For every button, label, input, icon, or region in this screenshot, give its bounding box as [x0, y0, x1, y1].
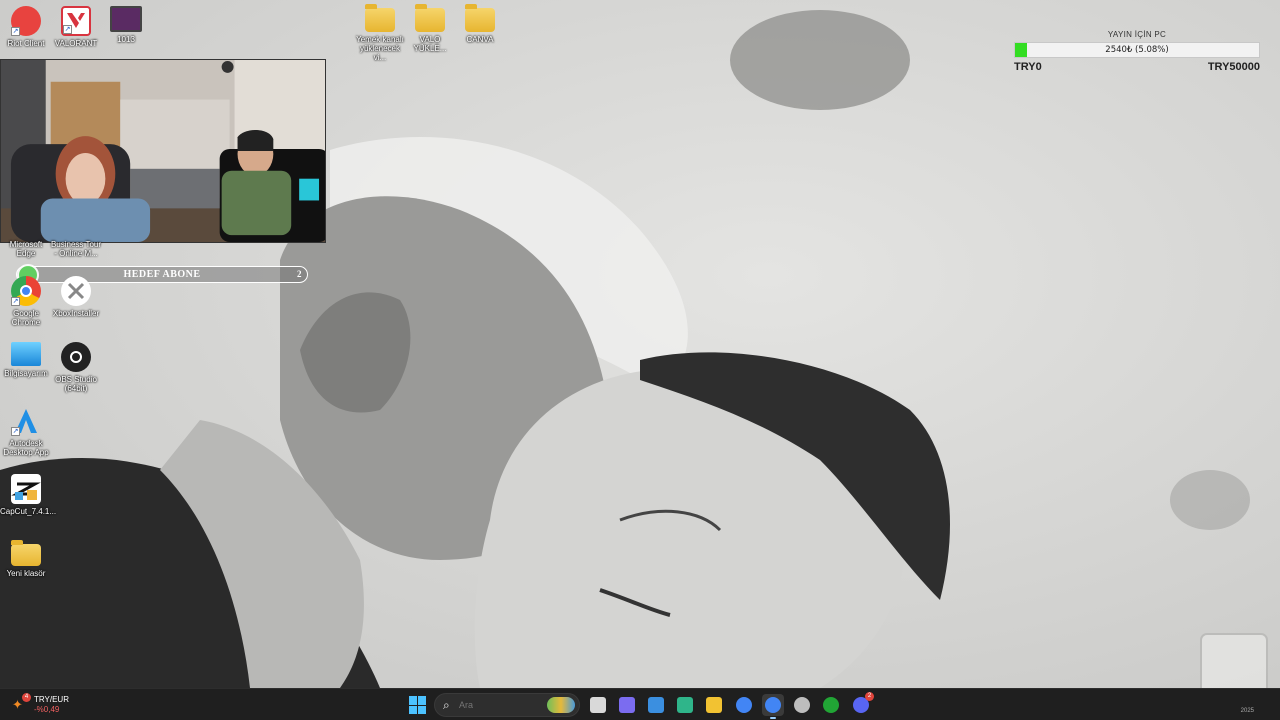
shortcut-arrow-icon: ↗: [11, 427, 20, 436]
taskbar: ✦ 4 TRY/EUR -%0,49 ⌕ 2 2025: [0, 688, 1280, 720]
desktop-icon-edge[interactable]: Microsoft Edge: [0, 240, 52, 258]
desktop-icon-autodesk[interactable]: ↗ Autodesk Desktop App: [0, 406, 52, 457]
widget-badge: 4: [22, 693, 31, 702]
desktop-icon-label: OBS Studio (64bit): [55, 375, 97, 393]
desktop-folder-canva[interactable]: CANVA: [454, 4, 506, 44]
shortcut-arrow-icon: ↗: [11, 27, 20, 36]
edge-icon: [677, 697, 693, 713]
desktop-icon-label: CANVA: [466, 35, 494, 44]
copilot-icon: [619, 697, 635, 713]
weather-widget[interactable]: ✦ 4 TRY/EUR -%0,49: [10, 693, 90, 717]
desktop-icon-valorant[interactable]: ↗ VALORANT: [50, 6, 102, 48]
desktop-icon-label: 1013: [117, 35, 135, 44]
tray-date: 2025: [1240, 708, 1254, 714]
webcam-overlay: [0, 59, 326, 243]
donation-title: YAYIN İÇİN PC: [1107, 30, 1167, 39]
donation-max-label: TRY50000: [1207, 61, 1260, 73]
capcut-icon: [11, 474, 41, 504]
windows-logo-icon: [409, 705, 417, 714]
desktop-icon-video-1013[interactable]: 1013: [100, 6, 152, 44]
taskbar-app-task-view[interactable]: [587, 694, 609, 716]
taskbar-app-chrome[interactable]: [733, 694, 755, 716]
xbox-icon: [61, 276, 91, 306]
task-view-icon: [590, 697, 606, 713]
desktop-icon-bilgisayarim[interactable]: Bilgisayarım: [0, 342, 52, 378]
start-button[interactable]: [409, 696, 427, 714]
desktop-folder-valo[interactable]: VALO YÜKLE...: [404, 4, 456, 53]
desktop-icon-label: Riot Client: [7, 39, 45, 48]
search-input[interactable]: [459, 698, 539, 712]
desktop-icon-label: XboxInstaller: [52, 309, 100, 318]
store-icon: [648, 697, 664, 713]
windows-logo-icon: [409, 696, 417, 705]
folder-icon: [11, 540, 41, 566]
windows-logo-icon: [418, 705, 426, 714]
desktop-icon-capcut[interactable]: CapCut_7.4.1...: [0, 474, 57, 516]
desktop-icon-label: VALO YÜKLE...: [413, 35, 447, 53]
desktop-icon-label: Yeni klasör: [6, 569, 46, 578]
donation-min-label: TRY0: [1014, 61, 1042, 73]
desktop-folder-yeni[interactable]: Yeni klasör: [0, 540, 52, 578]
folder-icon: [415, 4, 445, 32]
desktop-icon-label: Microsoft Edge: [9, 240, 43, 258]
taskbar-app-riot-taskbar[interactable]: [791, 694, 813, 716]
donation-progress-bar: 2540₺ (5.08%): [1014, 42, 1260, 58]
taskbar-app-copilot[interactable]: [616, 694, 638, 716]
desktop-icon-label: Google Chrome: [11, 309, 41, 327]
riot-taskbar-icon: [794, 697, 810, 713]
goal-count: 2: [297, 269, 302, 279]
chrome-profile-icon: [765, 697, 781, 713]
folder-icon: [365, 4, 395, 32]
taskbar-search[interactable]: ⌕: [434, 693, 580, 717]
goal-label: HEDEF ABONE: [123, 269, 201, 280]
obs-icon: [61, 342, 91, 372]
desktop-folder-yemek[interactable]: Yemek kanalı yüklenecek vi...: [353, 4, 407, 62]
file-explorer-icon: [706, 697, 722, 713]
search-icon: ⌕: [443, 698, 450, 712]
donation-goal-widget: YAYIN İÇİN PC 2540₺ (5.08%) TRY0 TRY5000…: [1014, 30, 1260, 73]
desktop-icon-label: Bilgisayarım: [4, 369, 48, 378]
desktop-icon-label: CapCut_7.4.1...: [0, 507, 57, 516]
taskbar-app-discord[interactable]: 2: [850, 692, 874, 716]
windows-logo-icon: [418, 696, 426, 705]
taskbar-app-store[interactable]: [645, 694, 667, 716]
widget-value: -%0,49: [34, 705, 60, 714]
shortcut-arrow-icon: ↗: [11, 297, 20, 306]
taskbar-app-chrome-profile[interactable]: [762, 694, 784, 719]
desktop-icon-chrome[interactable]: ↗ Google Chrome: [0, 276, 52, 327]
search-highlight-icon: [547, 697, 575, 713]
monitor-icon: [11, 342, 41, 366]
widget-title: TRY/EUR: [34, 695, 69, 704]
desktop-icon-obs[interactable]: OBS Studio (64bit): [50, 342, 102, 393]
desktop-icon-label: Yemek kanalı yüklenecek vi...: [356, 35, 404, 62]
autodesk-icon: ↗: [11, 406, 41, 436]
video-thumbnail-icon: [110, 6, 142, 32]
desktop-icon-business-tour[interactable]: Business Tour - Online M...: [50, 240, 102, 258]
taskbar-app-file-explorer[interactable]: [703, 694, 725, 716]
chrome-icon: [736, 697, 752, 713]
taskbar-app-edge[interactable]: [674, 694, 696, 716]
folder-icon: [465, 4, 495, 32]
xbox-icon: [823, 697, 839, 713]
riot-client-icon: ↗: [11, 6, 41, 36]
desktop-icon-label: Business Tour - Online M...: [50, 240, 102, 258]
desktop-icon-label: VALORANT: [54, 39, 98, 48]
desktop-icon-riot-client[interactable]: ↗ Riot Client: [0, 6, 52, 48]
desktop-icon-label: Autodesk Desktop App: [3, 439, 49, 457]
donation-progress-text: 2540₺ (5.08%): [1105, 45, 1169, 55]
chrome-icon: ↗: [11, 276, 41, 306]
notification-badge: 2: [865, 692, 874, 701]
shortcut-arrow-icon: ↗: [63, 25, 72, 34]
desktop-icon-xboxinstaller[interactable]: XboxInstaller: [50, 276, 102, 318]
valorant-icon: ↗: [61, 6, 91, 36]
taskbar-app-xbox[interactable]: [820, 694, 842, 716]
